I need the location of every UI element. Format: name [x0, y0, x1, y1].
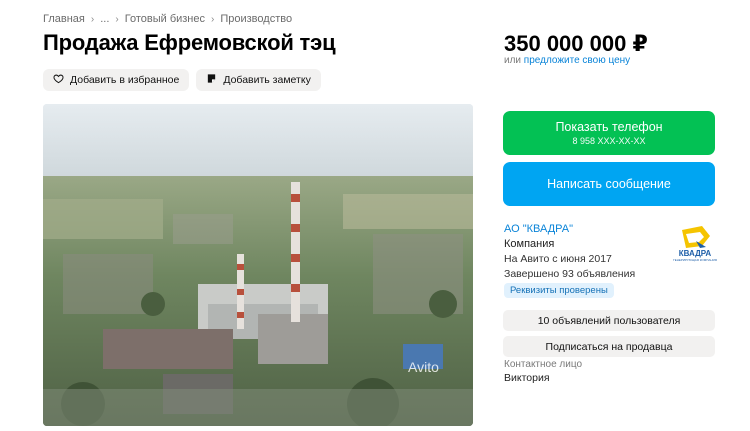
power-plant-photo: Avito	[43, 104, 473, 426]
logo-subtext: ГЕНЕРИРУЮЩАЯ КОМПАНИЯ	[673, 258, 717, 262]
photo-watermark: Avito	[408, 359, 439, 375]
heart-icon	[53, 73, 64, 87]
logo-text: КВАДРА	[679, 249, 712, 258]
breadcrumb-home[interactable]: Главная	[43, 13, 85, 25]
breadcrumb-ellipsis[interactable]: ...	[100, 13, 109, 25]
show-phone-label: Показать телефон	[555, 120, 663, 134]
add-note-label: Добавить заметку	[223, 74, 311, 86]
price: 350 000 000 ₽	[504, 31, 648, 56]
breadcrumb-production[interactable]: Производство	[220, 13, 292, 25]
kvadra-logo-icon: КВАДРА ГЕНЕРИРУЮЩАЯ КОМПАНИЯ	[673, 226, 717, 262]
listing-photo[interactable]: Avito	[43, 104, 473, 426]
seller-logo[interactable]: КВАДРА ГЕНЕРИРУЮЩАЯ КОМПАНИЯ	[672, 220, 718, 266]
show-phone-button[interactable]: Показать телефон 8 958 XXX-XX-XX	[503, 111, 715, 155]
note-icon	[206, 73, 217, 87]
add-note-button[interactable]: Добавить заметку	[196, 69, 321, 91]
price-or-text: или	[504, 55, 522, 66]
subscribe-seller-button[interactable]: Подписаться на продавца	[503, 336, 715, 357]
verified-badge[interactable]: Реквизиты проверены	[504, 283, 614, 298]
chevron-right-icon: ›	[211, 13, 215, 25]
chevron-right-icon: ›	[90, 13, 95, 25]
contact-person-name: Виктория	[504, 372, 550, 384]
write-message-button[interactable]: Написать сообщение	[503, 162, 715, 206]
add-to-favorites-label: Добавить в избранное	[70, 74, 180, 86]
breadcrumb: Главная › ... › Готовый бизнес › Произво…	[43, 13, 292, 25]
page-title: Продажа Ефремовской тэц	[43, 30, 336, 55]
listing-actions: Добавить в избранное Добавить заметку	[43, 69, 321, 91]
breadcrumb-ready-business[interactable]: Готовый бизнес	[125, 13, 205, 25]
seller-completed: Завершено 93 объявления	[504, 268, 636, 280]
offer-price-link[interactable]: предложите свою цену	[524, 55, 630, 66]
price-offer: или предложите свою цену	[504, 55, 630, 66]
contact-person-label: Контактное лицо	[504, 359, 583, 370]
user-listings-button[interactable]: 10 объявлений пользователя	[503, 310, 715, 331]
phone-masked: 8 958 XXX-XX-XX	[572, 136, 646, 146]
chevron-right-icon: ›	[115, 13, 119, 25]
add-to-favorites-button[interactable]: Добавить в избранное	[43, 69, 190, 91]
